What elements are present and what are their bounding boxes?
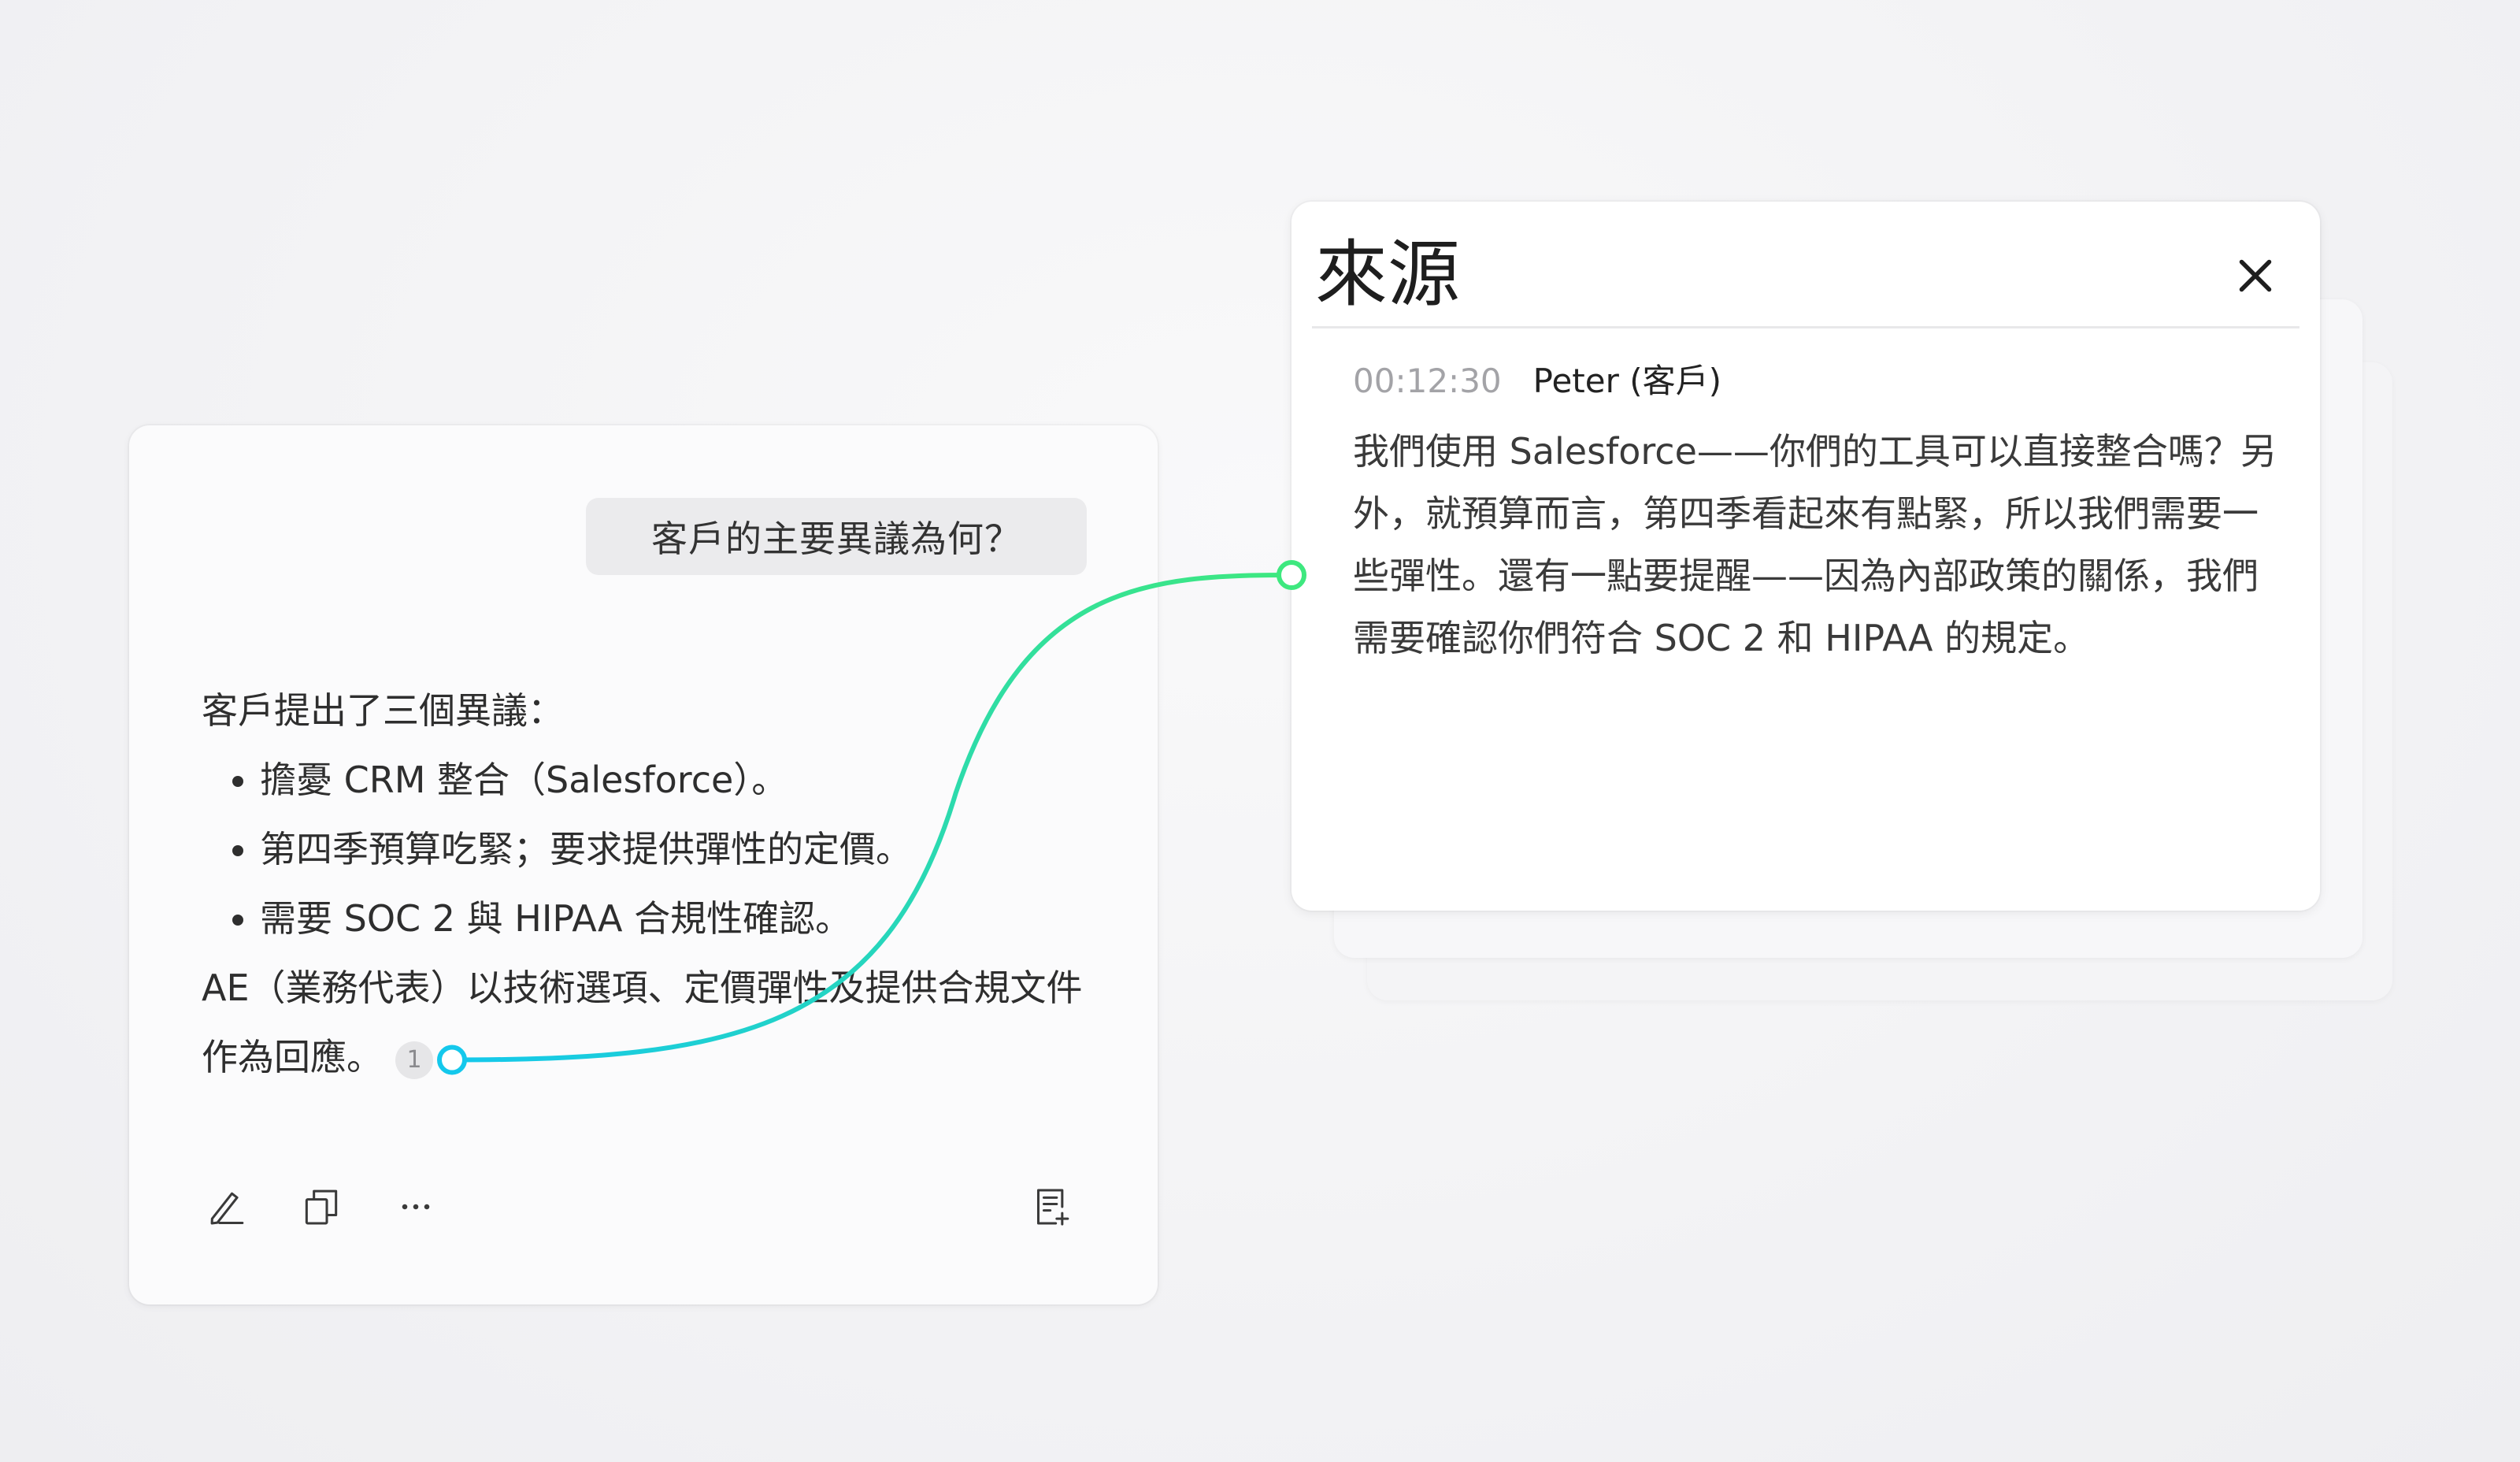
copy-button[interactable]	[296, 1182, 346, 1232]
edit-button[interactable]	[202, 1182, 252, 1232]
answer-outro-text: AE（業務代表）以技術選項、定價彈性及提供合規文件作為回應。	[202, 967, 1083, 1078]
pencil-icon	[210, 1192, 244, 1225]
objection-item: 需要 SOC 2 與 HIPAA 合規性確認。	[260, 884, 1091, 953]
objection-item: 第四季預算吃緊；要求提供彈性的定價。	[260, 814, 1091, 884]
source-panel-divider	[1312, 326, 2300, 328]
source-panel: 來源 00:12:30 Peter (客戶) 我們使用 Salesforce——你…	[1292, 202, 2320, 911]
more-horizontal-icon	[402, 1204, 430, 1210]
user-question-bubble: 客戶的主要異議為何？	[586, 498, 1087, 575]
citation-badge[interactable]: 1	[395, 1041, 433, 1079]
transcript-timestamp[interactable]: 00:12:30	[1353, 362, 1502, 400]
speaker-name: Peter (客戶)	[1532, 362, 1722, 400]
chat-answer-card: 客戶的主要異議為何？ 客戶提出了三個異議： 擔憂 CRM 整合（Salesfor…	[129, 425, 1158, 1304]
answer-outro: AE（業務代表）以技術選項、定價彈性及提供合規文件作為回應。 1	[202, 953, 1091, 1092]
source-panel-title: 來源	[1315, 232, 1461, 317]
assistant-answer: 客戶提出了三個異議： 擔憂 CRM 整合（Salesforce）。 第四季預算吃…	[202, 676, 1091, 1092]
objection-list: 擔憂 CRM 整合（Salesforce）。 第四季預算吃緊；要求提供彈性的定價…	[202, 745, 1091, 953]
add-to-notes-button[interactable]	[1027, 1182, 1077, 1232]
copy-icon	[305, 1189, 338, 1225]
transcript-quote: 我們使用 Salesforce——你們的工具可以直接整合嗎？另外，就預算而言，第…	[1353, 430, 2277, 659]
more-options-button[interactable]	[391, 1182, 441, 1232]
add-note-icon	[1036, 1189, 1069, 1226]
close-button[interactable]	[2232, 252, 2279, 299]
source-meta: 00:12:30 Peter (客戶)	[1353, 358, 1721, 405]
answer-intro: 客戶提出了三個異議：	[202, 689, 564, 732]
close-icon	[2239, 259, 2272, 292]
objection-item: 擔憂 CRM 整合（Salesforce）。	[260, 745, 1091, 814]
